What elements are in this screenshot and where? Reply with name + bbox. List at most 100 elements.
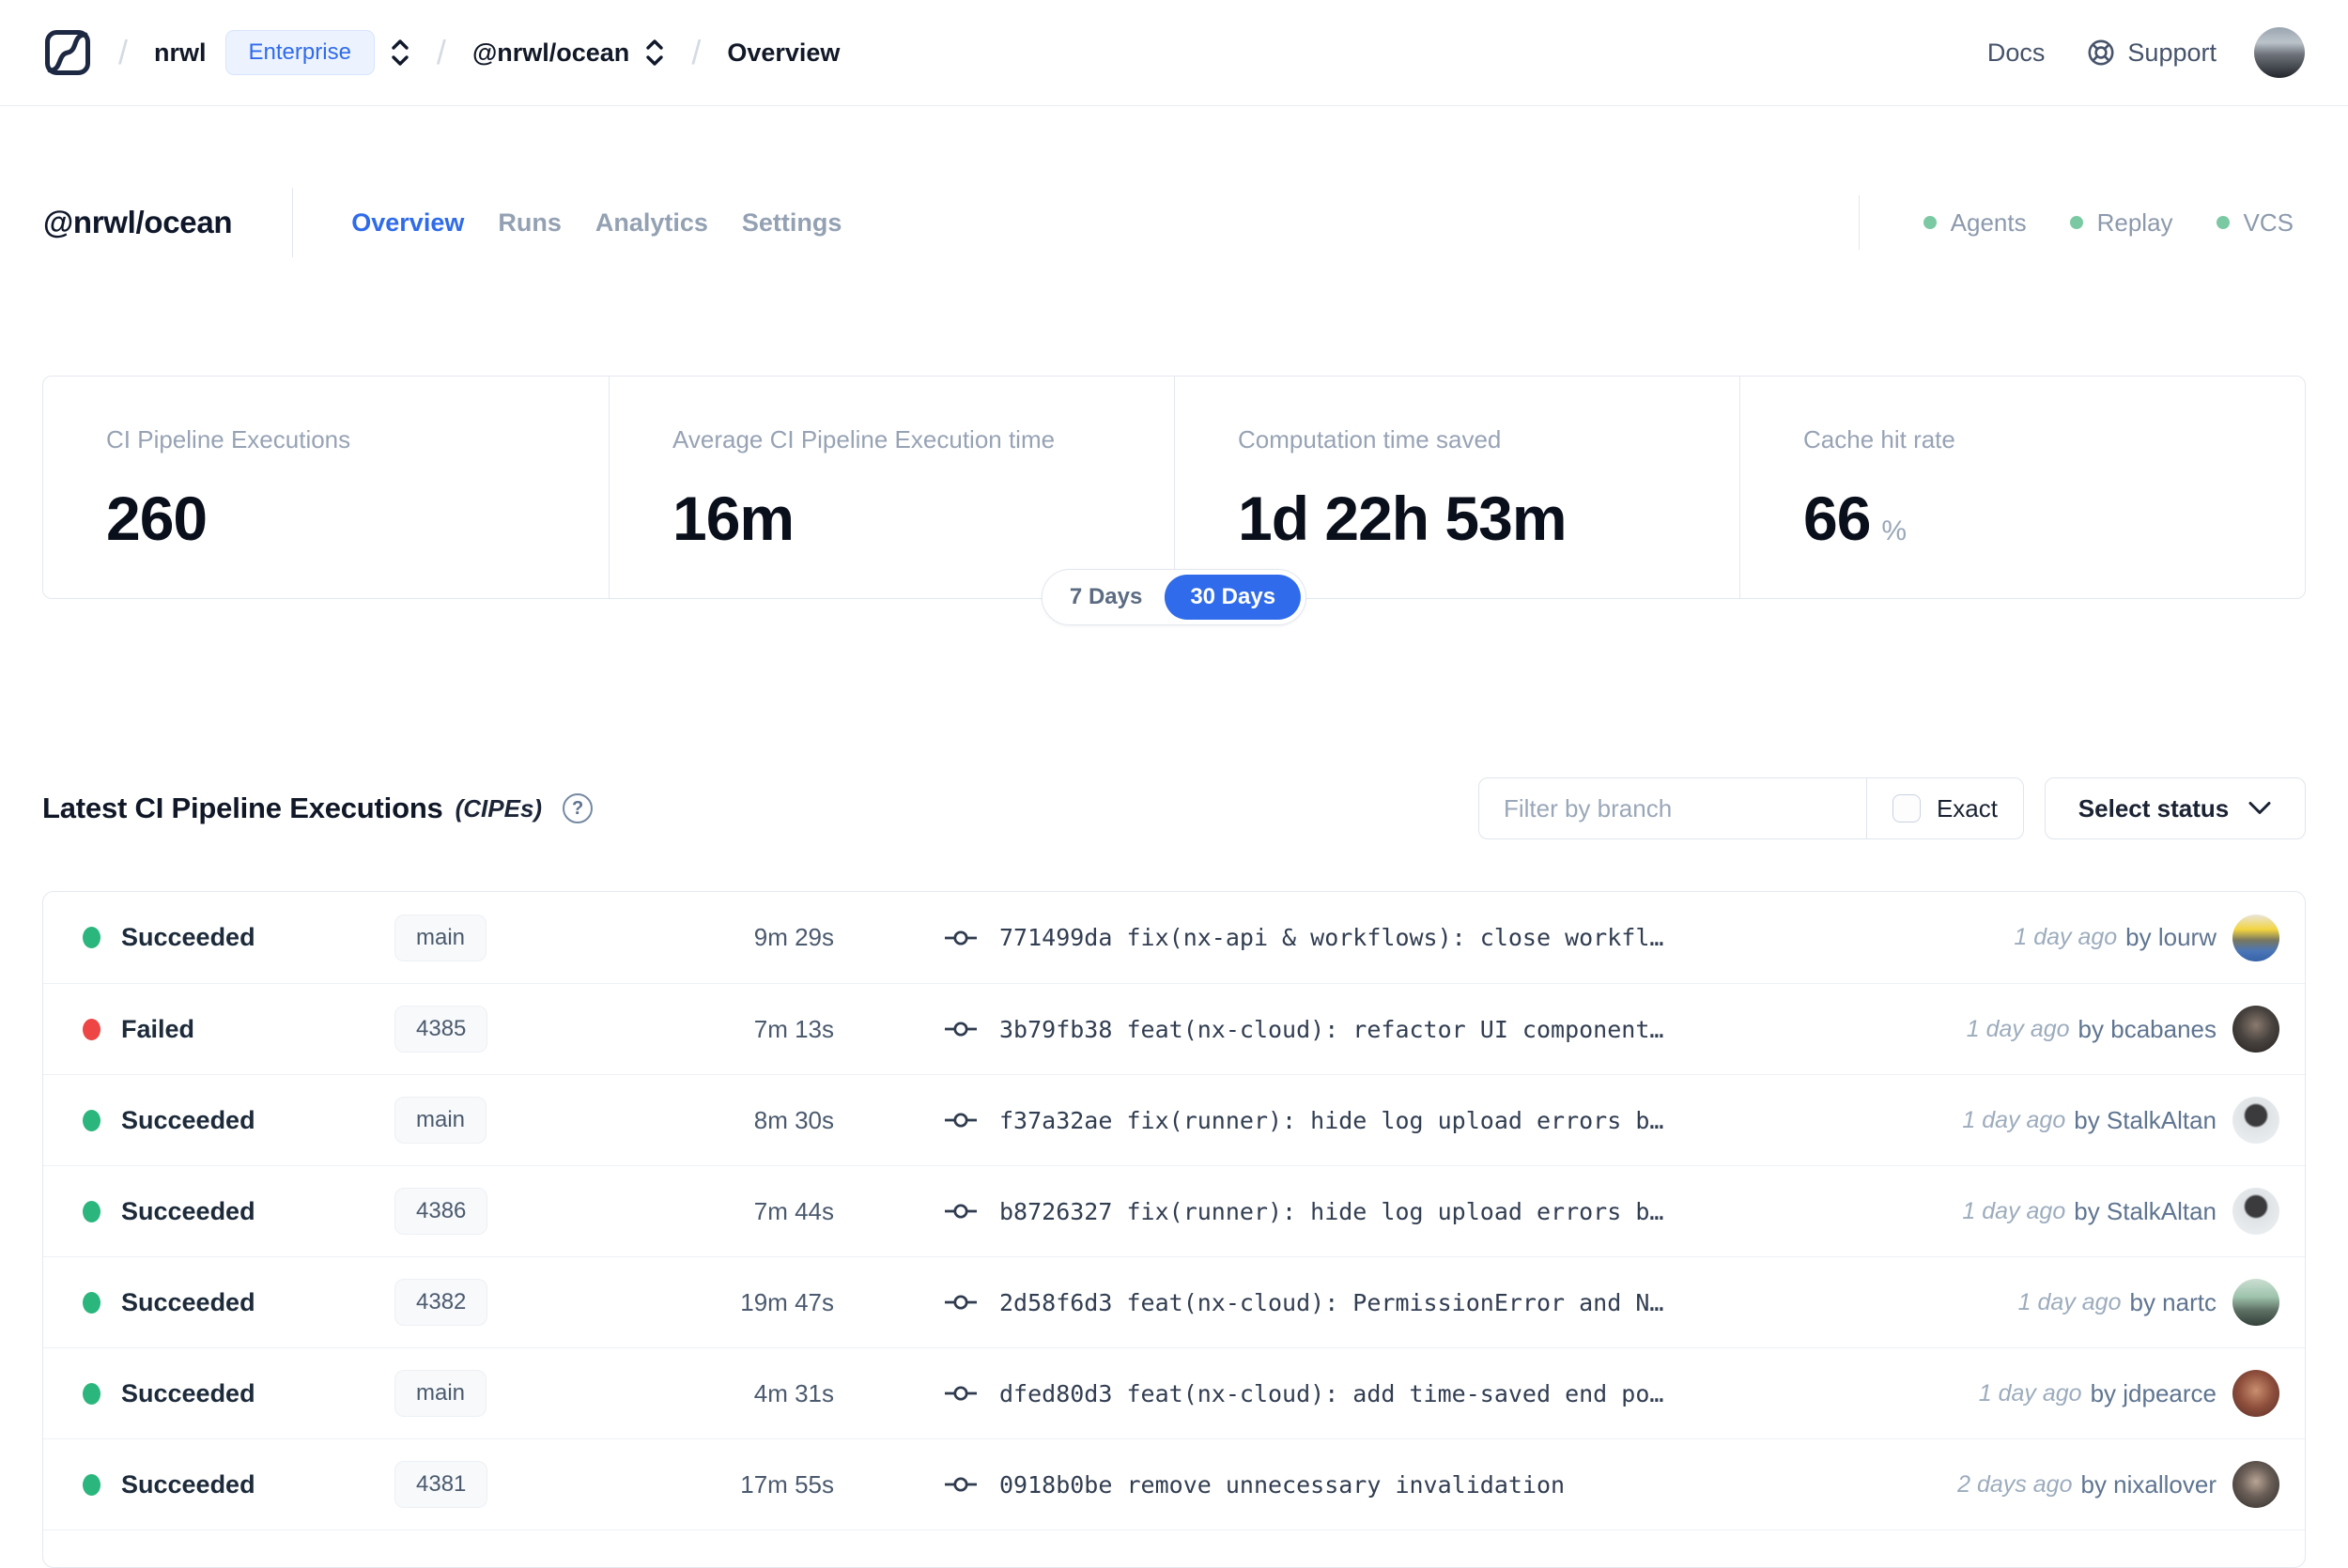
stat-card-average-execution-time: Average CI Pipeline Execution time 16m: [609, 377, 1174, 598]
stat-label: Cache hit rate: [1803, 425, 1955, 453]
author: by StalkAltan: [2074, 1196, 2217, 1225]
status-cell: Succeeded: [83, 1106, 394, 1135]
tab-settings[interactable]: Settings: [742, 208, 842, 238]
time-ago: 1 day ago: [1962, 1106, 2066, 1133]
branch-badge[interactable]: 4381: [394, 1461, 488, 1508]
exact-label: Exact: [1936, 793, 1998, 822]
table-row[interactable]: Succeeded main 9m 29s 771499da fix(nx-ap…: [43, 892, 2305, 983]
meta-cell: 1 day ago by bcabanes: [1967, 1006, 2279, 1053]
commit-cell: 771499da fix(nx-api & workflows): close …: [945, 924, 1663, 951]
branch-cell: 4381: [394, 1461, 672, 1508]
docs-link[interactable]: Docs: [1987, 38, 2046, 68]
breadcrumb-workspace[interactable]: @nrwl/ocean: [472, 38, 629, 68]
org-switcher-icon[interactable]: [390, 37, 410, 69]
stats-section: CI Pipeline Executions 260 Average CI Pi…: [42, 376, 2306, 625]
branch-badge[interactable]: 4385: [394, 1006, 488, 1053]
table-row[interactable]: Succeeded 4386 7m 44s b8726327 fix(runne…: [43, 1165, 2305, 1256]
feature-agents[interactable]: Agents: [1923, 208, 2027, 238]
commit-cell: 2d58f6d3 feat(nx-cloud): PermissionError…: [945, 1289, 1663, 1316]
lifebuoy-icon: [2086, 38, 2116, 68]
tab-overview[interactable]: Overview: [351, 208, 464, 238]
tab-runs[interactable]: Runs: [498, 208, 562, 238]
status-cell: Failed: [83, 1015, 394, 1044]
date-range-toggle: 7 Days 30 Days: [1041, 569, 1307, 625]
status-dot-failed: [83, 1018, 100, 1040]
author: by nixallover: [2080, 1469, 2217, 1499]
feature-vcs[interactable]: VCS: [2216, 208, 2294, 238]
author: by bcabanes: [2078, 1014, 2217, 1043]
breadcrumb-slash: /: [691, 33, 702, 71]
cipes-title: Latest CI Pipeline Executions: [42, 792, 443, 824]
stat-label: CI Pipeline Executions: [106, 425, 351, 453]
branch-badge[interactable]: main: [394, 1370, 487, 1417]
meta-cell: 1 day ago by StalkAltan: [1962, 1188, 2279, 1235]
author-avatar: [2232, 1279, 2279, 1326]
stat-card-computation-time-saved: Computation time saved 1d 22h 53m: [1174, 377, 1739, 598]
author-avatar: [2232, 1097, 2279, 1144]
table-row[interactable]: Succeeded 4382 19m 47s 2d58f6d3 feat(nx-…: [43, 1256, 2305, 1347]
support-link[interactable]: Support: [2086, 38, 2217, 68]
commit-message: b8726327 fix(runner): hide log upload er…: [999, 1197, 1664, 1225]
branch-badge[interactable]: 4382: [394, 1279, 488, 1326]
meta-cell: 1 day ago by StalkAltan: [1962, 1097, 2279, 1144]
feature-replay[interactable]: Replay: [2069, 208, 2173, 238]
status-cell: Succeeded: [83, 923, 394, 952]
range-30-days[interactable]: 30 Days: [1165, 575, 1302, 620]
commit-icon: [945, 1474, 977, 1495]
author: by StalkAltan: [2074, 1105, 2217, 1134]
commit-icon: [945, 1201, 977, 1222]
stat-value: 1d 22h 53m: [1238, 484, 1568, 553]
time-ago: 1 day ago: [1962, 1197, 2066, 1224]
breadcrumb-page: Overview: [727, 38, 841, 67]
duration: 7m 13s: [753, 1014, 834, 1043]
nx-cloud-logo-icon[interactable]: [43, 28, 92, 77]
duration: 9m 29s: [753, 923, 834, 951]
branch-filter-input[interactable]: [1478, 778, 1866, 838]
status-cell: Succeeded: [83, 1288, 394, 1317]
cipes-header: Latest CI Pipeline Executions (CIPEs) ? …: [42, 777, 2306, 839]
duration: 4m 31s: [753, 1378, 834, 1407]
meta-cell: 2 days ago by nixallover: [1957, 1461, 2279, 1508]
author-avatar: [2232, 914, 2279, 961]
top-nav: / nrwl Enterprise / @nrwl/ocean / Overvi…: [0, 0, 2348, 106]
help-icon[interactable]: ?: [563, 793, 594, 823]
commit-icon: [945, 928, 977, 948]
duration: 17m 55s: [740, 1469, 834, 1499]
status-select-button[interactable]: Select status: [2045, 777, 2306, 839]
table-row[interactable]: Succeeded 4381 17m 55s 0918b0be remove u…: [43, 1438, 2305, 1530]
exact-checkbox[interactable]: [1892, 794, 1921, 822]
commit-message: 771499da fix(nx-api & workflows): close …: [999, 924, 1664, 951]
branch-cell: 4385: [394, 1006, 672, 1053]
breadcrumb-org[interactable]: nrwl: [154, 38, 207, 68]
status-dot-green: [2216, 216, 2230, 229]
time-ago: 1 day ago: [1978, 1379, 2082, 1407]
duration: 7m 44s: [753, 1196, 834, 1225]
status-dot-success: [83, 1473, 100, 1496]
stat-card-cache-hit-rate: Cache hit rate 66%: [1739, 377, 2305, 598]
divider: [292, 188, 294, 257]
branch-badge[interactable]: 4386: [394, 1188, 488, 1235]
status-dot-success: [83, 1291, 100, 1314]
commit-icon: [945, 1110, 977, 1130]
divider: [1858, 195, 1860, 250]
branch-badge[interactable]: main: [394, 914, 487, 961]
table-row[interactable]: Succeeded main 4m 31s dfed80d3 feat(nx-c…: [43, 1347, 2305, 1438]
commit-cell: 0918b0be remove unnecessary invalidation: [945, 1471, 1565, 1499]
workspace-switcher-icon[interactable]: [644, 37, 665, 69]
feature-status-group: Agents Replay VCS: [1858, 195, 2305, 250]
status-dot-success: [83, 927, 100, 948]
status-dot-green: [1923, 216, 1937, 229]
commit-cell: f37a32ae fix(runner): hide log upload er…: [945, 1107, 1663, 1134]
table-row[interactable]: Succeeded main 8m 30s f37a32ae fix(runne…: [43, 1074, 2305, 1165]
table-row[interactable]: Failed 4385 7m 13s 3b79fb38 feat(nx-clou…: [43, 983, 2305, 1074]
workspace-title: @nrwl/ocean: [43, 205, 233, 239]
stat-card-ci-pipeline-executions: CI Pipeline Executions 260: [43, 377, 609, 598]
user-avatar[interactable]: [2254, 27, 2305, 78]
branch-cell: 4382: [394, 1279, 672, 1326]
tab-analytics[interactable]: Analytics: [595, 208, 708, 238]
branch-badge[interactable]: main: [394, 1097, 487, 1144]
range-7-days[interactable]: 7 Days: [1047, 575, 1165, 620]
author: by lourw: [2125, 923, 2217, 951]
cipes-title-suffix: (CIPEs): [455, 793, 543, 822]
cipes-table: Succeeded main 9m 29s 771499da fix(nx-ap…: [42, 891, 2306, 1568]
